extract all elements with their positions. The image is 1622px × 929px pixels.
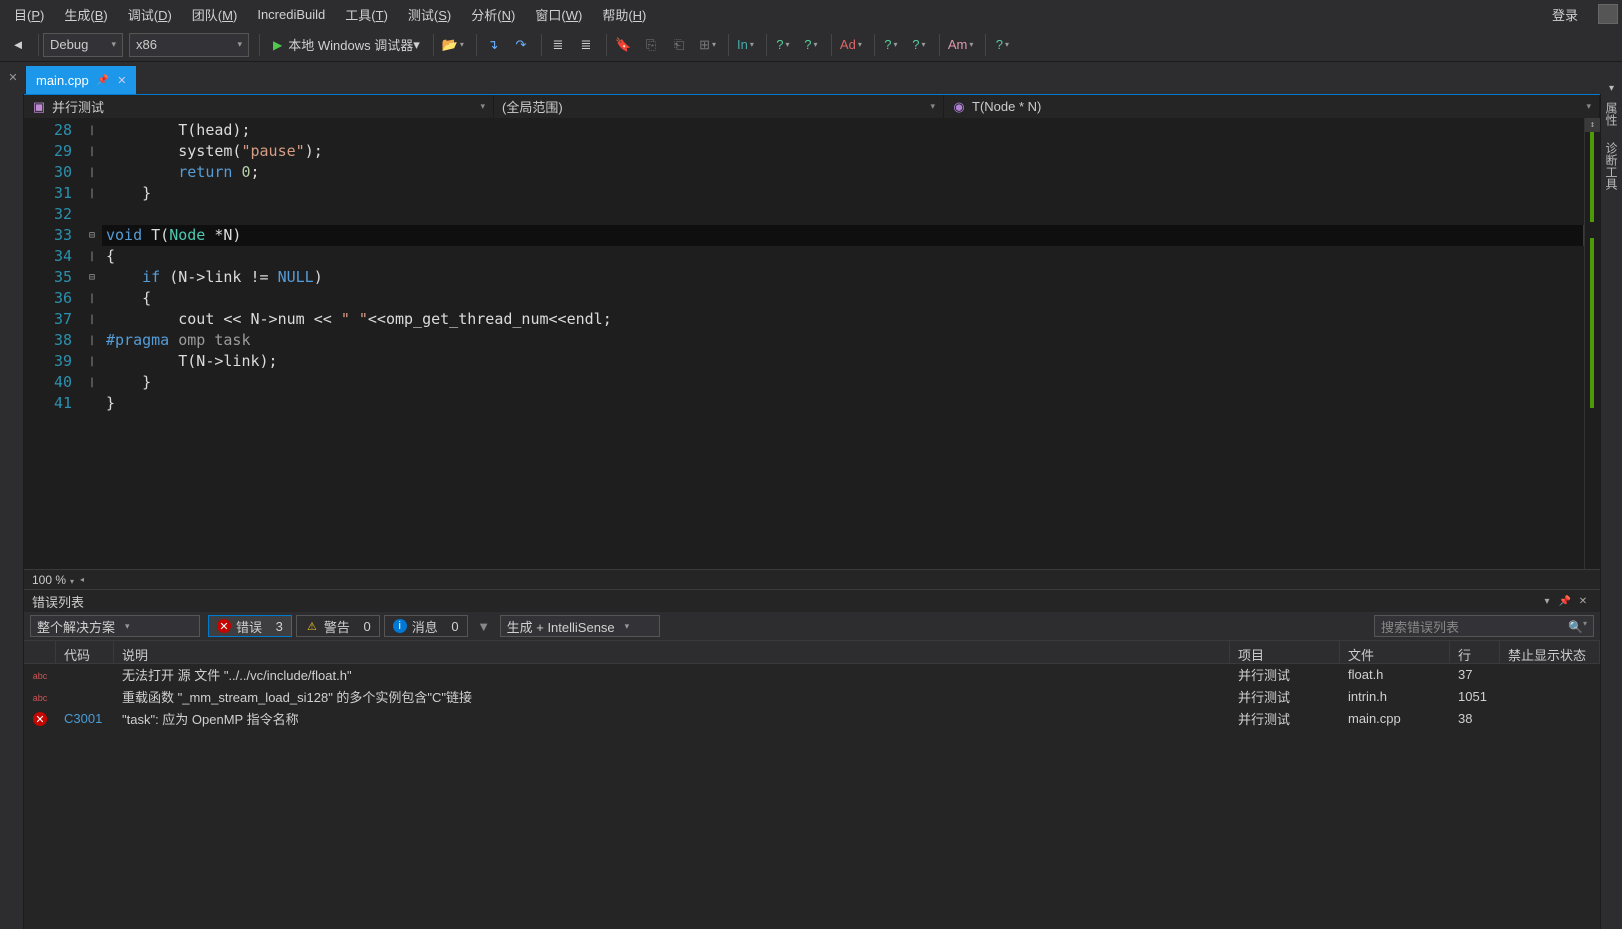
- nav-back-button[interactable]: ◄: [6, 33, 30, 57]
- menu-item[interactable]: 生成(B): [54, 1, 117, 28]
- help-1-icon[interactable]: ?▾: [771, 33, 795, 57]
- step-into-icon[interactable]: ↴: [481, 33, 505, 57]
- help-4-icon[interactable]: ?▾: [907, 33, 931, 57]
- config-combo[interactable]: Debug▾: [43, 33, 123, 57]
- info-icon: i: [393, 619, 407, 633]
- menu-item[interactable]: 测试(S): [398, 1, 461, 28]
- user-avatar[interactable]: [1598, 4, 1618, 24]
- messages-filter[interactable]: i 消息 0: [384, 615, 468, 637]
- zoom-combo[interactable]: 100 %▾: [32, 573, 74, 587]
- menu-item[interactable]: 调试(D): [118, 1, 182, 28]
- toolbar: ◄ Debug▾ x86▾ ▶ 本地 Windows 调试器▾ 📂▾ ↴ ↷ ≣…: [0, 28, 1622, 62]
- help-5-icon[interactable]: ?▾: [990, 33, 1014, 57]
- error-row[interactable]: ✕C3001"task": 应为 OpenMP 指令名称并行测试main.cpp…: [24, 708, 1600, 730]
- pin-icon[interactable]: 📌: [97, 75, 109, 86]
- split-icon[interactable]: ↕: [1585, 118, 1600, 132]
- error-search-input[interactable]: 搜索错误列表 🔍▾: [1374, 615, 1594, 637]
- comment-icon[interactable]: ⎘: [639, 33, 663, 57]
- nav-member-combo[interactable]: ◉ T(Node * N)▾: [944, 95, 1600, 118]
- build-source-combo[interactable]: 生成 + IntelliSense▾: [500, 615, 660, 637]
- overview-ruler[interactable]: ↕: [1584, 118, 1600, 569]
- bookmark-icon[interactable]: 🔖: [611, 33, 635, 57]
- error-row[interactable]: abc无法打开 源 文件 "../../vc/include/float.h"并…: [24, 664, 1600, 686]
- am-icon[interactable]: Am▾: [944, 33, 978, 57]
- tab-overflow-icon[interactable]: ▾: [1609, 83, 1614, 94]
- help-2-icon[interactable]: ?▾: [799, 33, 823, 57]
- menu-item[interactable]: 目(P): [4, 1, 54, 28]
- menu-item[interactable]: 窗口(W): [525, 1, 592, 28]
- indent-left-icon[interactable]: ≣: [546, 33, 570, 57]
- help-3-icon[interactable]: ?▾: [879, 33, 903, 57]
- right-tab-diagnostics[interactable]: 诊断工具: [1601, 134, 1622, 198]
- menu-item[interactable]: IncrediBuild: [247, 3, 335, 26]
- panel-pin-icon[interactable]: 📌: [1556, 596, 1574, 607]
- menubar: 目(P)生成(B)调试(D)团队(M)IncrediBuild工具(T)测试(S…: [0, 0, 1622, 28]
- project-icon: ▣: [32, 100, 46, 114]
- menu-item[interactable]: 团队(M): [182, 1, 248, 28]
- filter-icon[interactable]: ▼: [472, 615, 496, 637]
- tab-main-cpp[interactable]: main.cpp 📌 ✕: [26, 66, 136, 94]
- ext-1-icon[interactable]: In▾: [733, 33, 758, 57]
- close-all-icon[interactable]: ✕: [4, 68, 22, 86]
- error-table-header: 代码 说明 项目 文件 行 禁止显示状态: [24, 640, 1600, 664]
- start-debug-button[interactable]: ▶ 本地 Windows 调试器▾: [264, 33, 429, 57]
- search-icon: 🔍▾: [1568, 619, 1587, 634]
- error-row[interactable]: abc重载函数 "_mm_stream_load_si128" 的多个实例包含"…: [24, 686, 1600, 708]
- editor-status-bar: 100 %▾ ◂: [24, 569, 1600, 589]
- method-icon: ◉: [952, 100, 966, 114]
- login-link[interactable]: 登录: [1542, 1, 1588, 28]
- step-over-icon[interactable]: ↷: [509, 33, 533, 57]
- errors-filter[interactable]: ✕ 错误 3: [208, 615, 292, 637]
- right-dock: 属性 诊断工具: [1600, 94, 1622, 929]
- intellisense-icon: abc: [33, 693, 48, 703]
- left-dock: .: [0, 94, 24, 929]
- play-icon: ▶: [273, 38, 282, 52]
- open-file-icon[interactable]: 📂▾: [438, 33, 468, 57]
- uncomment-icon[interactable]: ⎗: [667, 33, 691, 57]
- intellisense-icon: abc: [33, 671, 48, 681]
- ad-1-icon[interactable]: Ad▾: [836, 33, 866, 57]
- nav-project-combo[interactable]: ▣ 并行测试▾: [24, 95, 494, 118]
- error-icon: ✕: [217, 619, 231, 633]
- panel-menu-icon[interactable]: ▾: [1538, 596, 1556, 607]
- indent-right-icon[interactable]: ≣: [574, 33, 598, 57]
- panel-title: 错误列表: [32, 592, 1538, 611]
- panel-close-icon[interactable]: ✕: [1574, 596, 1592, 607]
- toggle-icon[interactable]: ⊞▾: [695, 33, 720, 57]
- warning-icon: ⚠: [305, 619, 319, 633]
- error-icon: ✕: [33, 712, 47, 726]
- right-tab-properties[interactable]: 属性: [1601, 94, 1622, 134]
- error-scope-combo[interactable]: 整个解决方案▾: [30, 615, 200, 637]
- nav-scope-combo[interactable]: (全局范围)▾: [494, 95, 944, 118]
- error-list-panel: 错误列表 ▾ 📌 ✕ 整个解决方案▾ ✕ 错误 3 ⚠ 警告 0 i: [24, 589, 1600, 929]
- document-tabs: ✕ main.cpp 📌 ✕ ▾: [0, 62, 1622, 94]
- menu-item[interactable]: 工具(T): [335, 1, 398, 28]
- code-editor[interactable]: 2829303132333435363738394041 ||||⊟|⊟||||…: [24, 118, 1600, 569]
- code-navbar: ▣ 并行测试▾ (全局范围)▾ ◉ T(Node * N)▾: [24, 94, 1600, 118]
- platform-combo[interactable]: x86▾: [129, 33, 249, 57]
- menu-item[interactable]: 分析(N): [461, 1, 525, 28]
- menu-item[interactable]: 帮助(H): [592, 1, 656, 28]
- close-tab-icon[interactable]: ✕: [117, 74, 126, 87]
- warnings-filter[interactable]: ⚠ 警告 0: [296, 615, 380, 637]
